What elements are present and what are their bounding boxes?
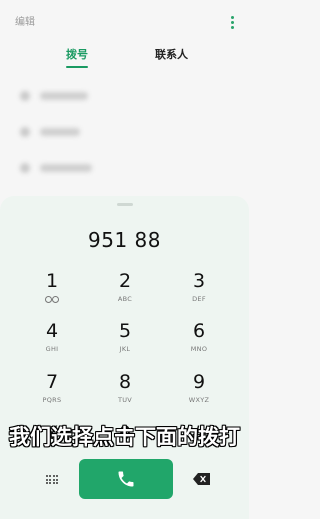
key-letters: PQRS — [42, 396, 62, 404]
key-2[interactable]: 2 ABC — [95, 270, 155, 316]
backspace-icon[interactable] — [193, 473, 210, 485]
tab-bar: 拨号 联系人 — [0, 44, 249, 72]
key-letters: JKL — [119, 345, 131, 353]
key-digit: 4 — [45, 320, 59, 342]
tab-dialpad[interactable]: 拨号 — [66, 46, 88, 62]
tab-contacts[interactable]: 联系人 — [155, 46, 188, 62]
key-digit: 6 — [192, 320, 206, 342]
key-3[interactable]: 3 DEF — [169, 270, 229, 316]
dialed-number: 951 88 — [88, 228, 161, 252]
dialpad-grid-icon[interactable] — [46, 475, 59, 485]
voicemail-icon — [45, 296, 59, 303]
recent-calls-list — [0, 78, 249, 186]
key-letters: DEF — [192, 295, 206, 303]
key-letters: ABC — [117, 295, 133, 303]
key-digit: 2 — [118, 270, 132, 292]
key-letters: GHI — [45, 345, 59, 353]
key-5[interactable]: 5 JKL — [95, 320, 155, 366]
list-item[interactable] — [0, 114, 249, 150]
key-1[interactable]: 1 — [22, 270, 82, 316]
edit-button[interactable]: 编辑 — [15, 13, 35, 28]
key-7[interactable]: 7 PQRS — [22, 371, 82, 417]
key-letters: MNO — [190, 345, 208, 353]
key-letters: TUV — [117, 396, 133, 404]
key-9[interactable]: 9 WXYZ — [169, 371, 229, 417]
key-digit: 5 — [118, 320, 132, 342]
more-vertical-icon[interactable] — [229, 16, 235, 29]
video-subtitle: 我们选择点击下面的拨打 — [9, 425, 240, 449]
phone-icon — [118, 471, 134, 487]
top-bar: 编辑 — [0, 0, 249, 44]
key-digit: 9 — [192, 371, 206, 393]
key-letters: WXYZ — [188, 396, 210, 404]
drag-handle[interactable] — [117, 203, 133, 206]
active-tab-indicator — [66, 66, 88, 68]
key-8[interactable]: 8 TUV — [95, 371, 155, 417]
list-item[interactable] — [0, 78, 249, 114]
key-4[interactable]: 4 GHI — [22, 320, 82, 366]
key-digit: 7 — [45, 371, 59, 393]
key-digit: 1 — [45, 270, 59, 292]
call-button[interactable] — [79, 459, 173, 499]
key-digit: 3 — [192, 270, 206, 292]
dialer-action-bar — [0, 439, 249, 519]
key-6[interactable]: 6 MNO — [169, 320, 229, 366]
key-digit: 8 — [118, 371, 132, 393]
list-item[interactable] — [0, 150, 249, 186]
